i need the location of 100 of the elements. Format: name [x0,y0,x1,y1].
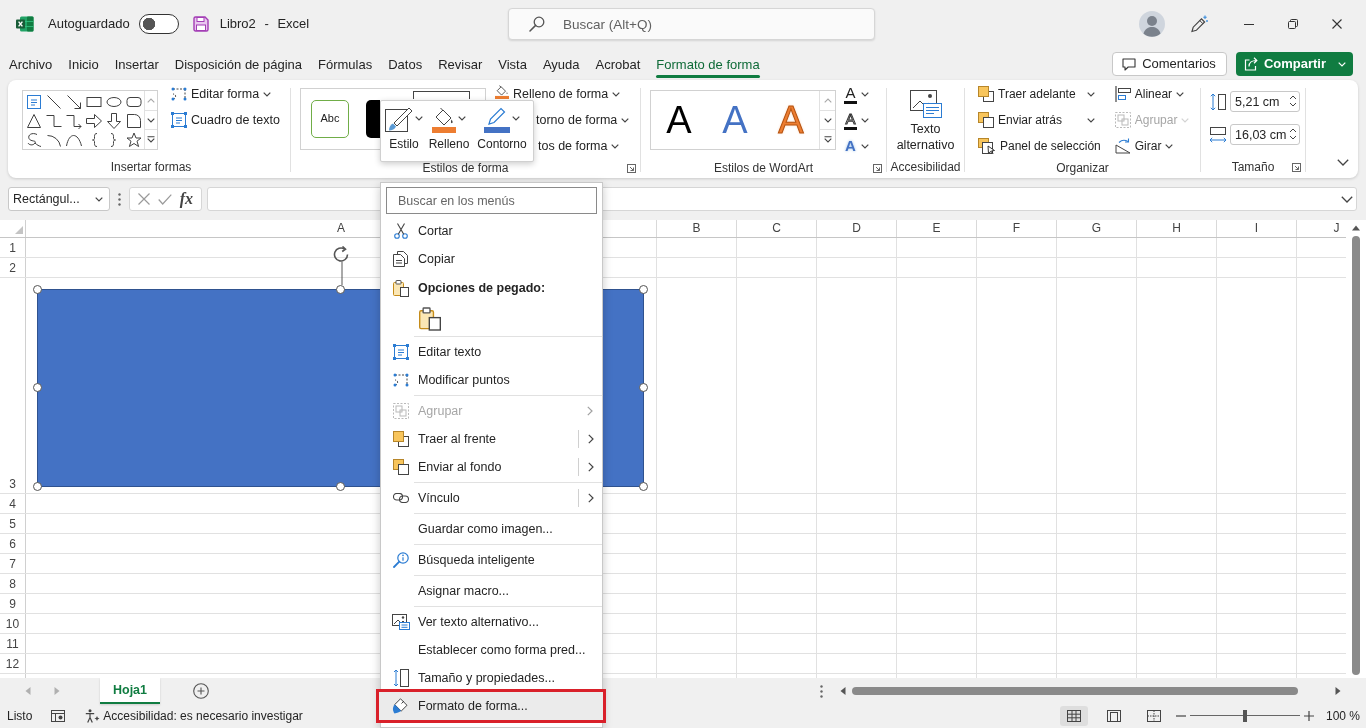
text-box-shape-icon[interactable] [26,93,42,110]
add-sheet-icon[interactable] [193,683,209,699]
search-field[interactable]: Buscar (Alt+Q) [508,8,875,40]
pen-sparkle-icon[interactable] [1190,15,1208,33]
arrow-line-shape-icon[interactable] [66,93,82,110]
dialog-launcher-icon[interactable] [873,163,882,173]
vertical-scrollbar-thumb[interactable] [1352,236,1360,675]
edit-shape-button[interactable]: Editar forma [168,81,283,107]
menu-item[interactable]: Modificar puntos [381,366,602,394]
ribbon-tab[interactable]: Acrobat [587,48,649,80]
triangle-shape-icon[interactable] [26,112,42,129]
zoom-level[interactable]: 100 % [1325,708,1360,724]
zoom-in-icon[interactable] [1303,711,1314,721]
more-options-icon[interactable] [118,192,121,206]
resize-handle[interactable] [336,285,345,294]
share-button[interactable]: Compartir [1235,52,1353,76]
ribbon-tab[interactable]: Fórmulas [310,48,381,80]
insert-function-button[interactable]: fx [179,191,194,207]
comments-button[interactable]: Comentarios [1112,52,1227,76]
horizontal-scrollbar-thumb[interactable] [852,687,1298,695]
spinner-icon[interactable] [1289,94,1297,108]
right-arrow-shape-icon[interactable] [86,112,102,129]
avatar-icon[interactable] [1139,11,1165,37]
wordart-style-preview[interactable]: A [666,101,692,139]
expand-formula-icon[interactable] [1341,195,1353,203]
dialog-launcher-icon[interactable] [627,163,636,173]
menu-item[interactable]: Traer al frente [381,425,602,453]
dialog-launcher-icon[interactable] [1292,162,1301,172]
resize-handle[interactable] [33,383,42,392]
outline-button[interactable]: Contorno [476,107,528,161]
elbow-arrow-shape-icon[interactable] [66,112,82,129]
text-outline-button[interactable]: A [841,107,872,133]
resize-handle[interactable] [639,285,648,294]
shape-width-field[interactable]: 16,03 cm [1230,124,1300,145]
paste-option-icon[interactable] [419,307,441,331]
elbow-connector-shape-icon[interactable] [46,112,62,129]
menu-item[interactable]: Vínculo [381,484,602,512]
align-button[interactable]: Alinear [1111,81,1193,107]
scroll-up-icon[interactable] [1352,225,1360,231]
cancel-icon[interactable] [137,193,150,205]
ribbon-tab[interactable]: Datos [380,48,431,80]
ribbon-tab[interactable]: Revisar [430,48,491,80]
normal-view-button[interactable] [1059,706,1088,726]
shape-style-preview[interactable] [413,91,470,99]
menu-item[interactable]: Editar texto [381,338,602,366]
gallery-scroll-down-icon[interactable] [823,117,832,123]
resize-handle[interactable] [639,482,648,491]
accessibility-status[interactable]: Accesibilidad: es necesario investigar [103,708,303,724]
scroll-right-icon[interactable] [1335,687,1341,695]
gallery-scroll-down-icon[interactable] [147,117,155,123]
ribbon-tab[interactable]: Insertar [106,48,167,80]
down-arrow-shape-icon[interactable] [106,112,122,129]
menu-search-field[interactable]: Buscar en los menús [386,187,597,214]
menu-item[interactable]: Enviar al fondo [381,453,602,481]
ribbon-tab[interactable]: Archivo [1,48,61,80]
more-options-icon[interactable] [820,684,823,698]
rotate-button[interactable]: Girar [1111,133,1193,159]
menu-item[interactable]: Búsqueda inteligente [381,546,602,574]
shape-height-field[interactable]: 5,21 cm [1230,91,1300,112]
selection-pane-button[interactable]: Panel de selección [975,133,1104,159]
ribbon-tab[interactable]: Ayuda [534,48,588,80]
menu-item[interactable]: Copiar [381,245,602,273]
shape-outline-button[interactable]: torno de forma [535,107,633,133]
shape-style-preview[interactable] [366,100,380,138]
menu-item[interactable]: Asignar macro... [381,577,602,605]
resize-handle[interactable] [33,482,42,491]
sheet-tab[interactable]: Hoja1 [100,678,160,704]
rounded-corner-shape-icon[interactable] [126,112,142,129]
menu-item[interactable]: Formato de forma... [376,689,606,723]
scribble-shape-icon[interactable] [26,131,42,148]
alt-text-button[interactable]: Texto alternativo [887,81,964,153]
autosave-toggle[interactable] [138,14,179,34]
gallery-expand-icon[interactable] [823,136,832,144]
fill-button[interactable]: Relleno [425,107,473,161]
menu-item[interactable]: Ver texto alternativo... [381,608,602,636]
shape-fill-button[interactable]: Relleno de forma [492,81,633,107]
macro-recording-icon[interactable] [51,710,66,722]
line-shape-icon[interactable] [46,93,62,110]
shape-effects-button[interactable]: tos de forma [537,133,633,159]
ribbon-tab[interactable]: Formato de forma [648,48,768,80]
resize-handle[interactable] [33,285,42,294]
zoom-slider-thumb[interactable] [1242,710,1247,722]
menu-item[interactable]: Establecer como forma pred... [381,636,602,664]
send-backward-button[interactable]: Enviar atrás [975,107,1104,133]
wordart-style-preview[interactable]: A [722,101,748,139]
gallery-expand-icon[interactable] [147,136,155,144]
resize-handle[interactable] [336,482,345,491]
text-box-button[interactable]: Cuadro de texto [168,107,283,133]
style-button[interactable]: Estilo [385,107,423,161]
accessibility-icon[interactable] [85,709,101,723]
resize-handle[interactable] [639,383,648,392]
ribbon-tab[interactable]: Inicio [60,48,107,80]
ribbon-tab[interactable]: Disposición de página [166,48,310,80]
scroll-left-icon[interactable] [840,687,846,695]
text-fill-button[interactable]: A [841,81,872,107]
bring-forward-button[interactable]: Traer adelante [975,81,1104,107]
save-icon[interactable] [192,16,209,32]
star-shape-icon[interactable] [126,131,142,148]
enter-icon[interactable] [157,193,172,205]
collapse-ribbon-icon[interactable] [1337,159,1349,166]
